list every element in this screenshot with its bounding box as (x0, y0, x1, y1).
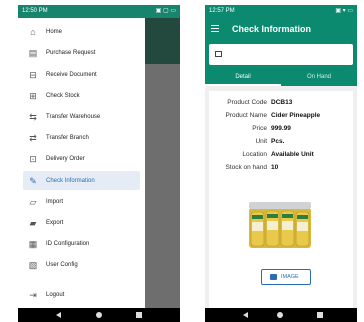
camera-icon (270, 274, 277, 280)
back-icon[interactable] (243, 312, 248, 318)
tab-detail[interactable]: Detail (205, 70, 281, 86)
detail-value: Pcs. (271, 138, 285, 145)
export-icon: ▰ (29, 217, 37, 228)
transfer-branch-icon: ⇄ (29, 132, 37, 143)
home-icon: ⌂ (30, 26, 36, 37)
detail-label: Product Name (225, 112, 267, 119)
menu-item-label: Import (46, 198, 64, 205)
info-icon: ✎ (29, 175, 37, 186)
scrim-appbar (145, 18, 180, 64)
search-area (205, 40, 357, 70)
page-title: Check Information (232, 24, 312, 34)
product-image (249, 202, 311, 248)
menu-item-receive-document[interactable]: ⊟ Receive Document (18, 65, 145, 84)
menu-item-check-information[interactable]: ✎ Check Information (23, 171, 140, 190)
navigation-drawer: ⌂ Home ▤ Purchase Request ⊟ Receive Document ⊞… (18, 18, 145, 308)
detail-value: DCB13 (271, 99, 293, 106)
menu-item-label: Delivery Order (46, 155, 85, 162)
detail-label: Product Code (227, 99, 267, 106)
menu-item-label: User Config (46, 261, 78, 268)
detail-label: Price (252, 125, 267, 132)
page: 12:50 PM ▣ ▢ ▭ ⌂ Home ▤ Purchase Request ⊟ Re… (0, 0, 364, 322)
detail-row: Stock on hand 10 (209, 161, 353, 174)
recents-icon[interactable] (136, 312, 142, 318)
menu-item-purchase-request[interactable]: ▤ Purchase Request (18, 43, 145, 62)
id-config-icon: ▦ (28, 238, 38, 249)
menu-item-check-stock[interactable]: ⊞ Check Stock (18, 86, 145, 105)
status-icons: ▣ ▢ ▭ (155, 8, 176, 14)
detail-label: Unit (255, 138, 267, 145)
home-nav-icon[interactable] (96, 312, 102, 318)
phone-left: 12:50 PM ▣ ▢ ▭ ⌂ Home ▤ Purchase Request ⊟ Re… (18, 5, 180, 322)
detail-row: Unit Pcs. (209, 135, 353, 148)
status-time: 12:57 PM (209, 8, 235, 14)
menu-item-label: Check Information (46, 177, 95, 184)
search-input[interactable] (209, 44, 353, 65)
logout-icon: ⇥ (29, 289, 37, 300)
user-config-icon: ▧ (28, 259, 38, 270)
document-icon: ▤ (28, 47, 38, 58)
menu-item-logout[interactable]: ⇥ Logout (18, 285, 145, 304)
tab-on-hand[interactable]: On Hand (281, 70, 357, 86)
android-nav-bar (205, 308, 357, 322)
transfer-warehouse-icon: ⇆ (29, 111, 37, 122)
back-icon[interactable] (56, 312, 61, 318)
phone-right: 12:57 PM ▣ ▾ ▭ Check Information Detail … (205, 5, 357, 322)
status-bar: 12:57 PM ▣ ▾ ▭ (205, 5, 357, 18)
menu-item-user-config[interactable]: ▧ User Config (18, 255, 145, 274)
detail-row: Location Available Unit (209, 148, 353, 161)
detail-label: Location (242, 151, 267, 158)
stock-icon: ⊞ (29, 90, 37, 101)
menu-item-home[interactable]: ⌂ Home (18, 22, 145, 41)
detail-card: Product Code DCB13 Product Name Cider Pinea… (209, 91, 353, 308)
status-icons: ▣ ▾ ▭ (335, 8, 353, 14)
detail-value: 10 (271, 164, 279, 171)
tab-bar: Detail On Hand (205, 70, 357, 86)
status-bar: 12:50 PM ▣ ▢ ▭ (18, 5, 180, 18)
detail-value: 999.99 (271, 125, 291, 132)
detail-value: Available Unit (271, 151, 314, 158)
recents-icon[interactable] (317, 312, 323, 318)
menu-item-id-configuration[interactable]: ▦ ID Configuration (18, 234, 145, 253)
import-icon: ▱ (29, 196, 37, 207)
image-button[interactable]: IMAGE (261, 269, 311, 285)
menu-item-transfer-warehouse[interactable]: ⇆ Transfer Warehouse (18, 107, 145, 126)
detail-row: Product Name Cider Pineapple (209, 109, 353, 122)
detail-value: Cider Pineapple (271, 112, 321, 119)
menu-item-label: Receive Document (46, 71, 97, 78)
menu-item-label: Home (46, 28, 63, 35)
status-time: 12:50 PM (22, 8, 48, 14)
menu-item-delivery-order[interactable]: ⊡ Delivery Order (18, 149, 145, 168)
menu-item-label: ID Configuration (46, 240, 90, 247)
android-nav-bar (18, 308, 180, 322)
receive-icon: ⊟ (29, 69, 37, 80)
menu-item-label: Check Stock (46, 92, 80, 99)
menu-item-label: Export (46, 219, 64, 226)
menu-item-label: Transfer Warehouse (46, 113, 101, 120)
barcode-icon[interactable] (215, 51, 222, 57)
menu-item-export[interactable]: ▰ Export (18, 213, 145, 232)
detail-row: Product Code DCB13 (209, 96, 353, 109)
detail-row: Price 999.99 (209, 122, 353, 135)
menu-item-label: Purchase Request (46, 49, 96, 56)
menu-item-label: Logout (46, 291, 65, 298)
menu-item-label: Transfer Branch (46, 134, 89, 141)
app-bar: Check Information (205, 18, 357, 40)
image-button-label: IMAGE (281, 274, 299, 280)
menu-icon[interactable] (211, 25, 219, 32)
menu-item-transfer-branch[interactable]: ⇄ Transfer Branch (18, 128, 145, 147)
detail-label: Stock on hand (225, 164, 267, 171)
home-nav-icon[interactable] (277, 312, 283, 318)
menu-item-import[interactable]: ▱ Import (18, 192, 145, 211)
delivery-icon: ⊡ (29, 153, 37, 164)
